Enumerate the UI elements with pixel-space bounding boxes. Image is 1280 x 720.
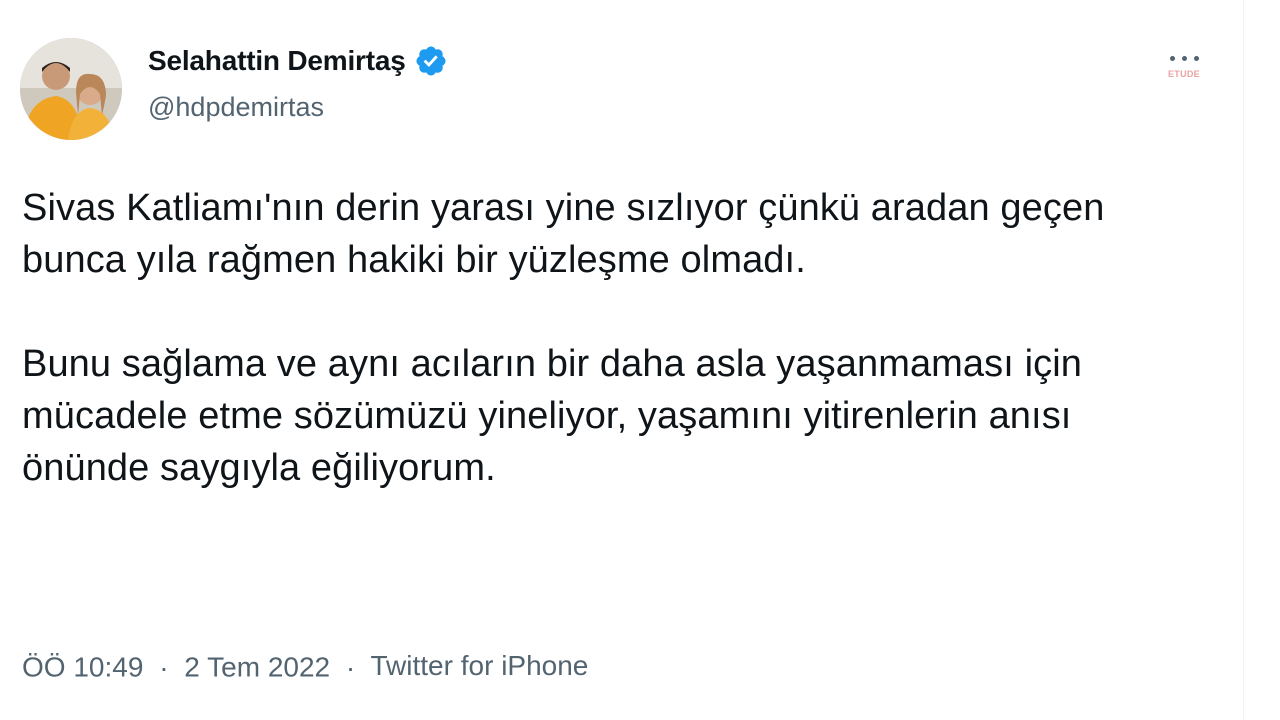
tweet-paragraph-1: Sivas Katliamı'nın derin yarası yine sız… bbox=[22, 187, 1105, 281]
tweet-time-link[interactable]: ÖÖ 10:49 · 2 Tem 2022 bbox=[22, 650, 331, 683]
more-options-button[interactable]: ETUDE bbox=[1156, 50, 1212, 94]
tweet-source-link[interactable]: Twitter for iPhone bbox=[371, 650, 589, 681]
more-horizontal-icon bbox=[1169, 56, 1199, 61]
verified-badge-icon bbox=[416, 46, 446, 76]
meta-separator: · bbox=[345, 651, 356, 683]
display-name[interactable]: Selahattin Demirtaş bbox=[148, 45, 406, 77]
tweet-card: Selahattin Demirtaş @hdpdemirtas ETUDE S… bbox=[0, 0, 1280, 720]
author-name-row[interactable]: Selahattin Demirtaş bbox=[148, 44, 448, 78]
profile-photo-icon bbox=[20, 38, 122, 140]
avatar[interactable] bbox=[20, 38, 122, 140]
author-handle[interactable]: @hdpdemirtas bbox=[148, 92, 324, 123]
tweet-meta: ÖÖ 10:49 · 2 Tem 2022 · Twitter for iPho… bbox=[22, 650, 588, 684]
meta-separator: · bbox=[159, 651, 169, 683]
tweet-text: Sivas Katliamı'nın derin yarası yine sız… bbox=[22, 182, 1202, 494]
tweet-time: ÖÖ 10:49 bbox=[22, 651, 144, 683]
tweet-paragraph-2: Bunu sağlama ve aynı acıların bir daha a… bbox=[22, 343, 1082, 489]
timeline-border bbox=[1243, 0, 1244, 720]
watermark-text: ETUDE bbox=[1167, 69, 1200, 79]
tweet-date: 2 Tem 2022 bbox=[184, 651, 331, 683]
